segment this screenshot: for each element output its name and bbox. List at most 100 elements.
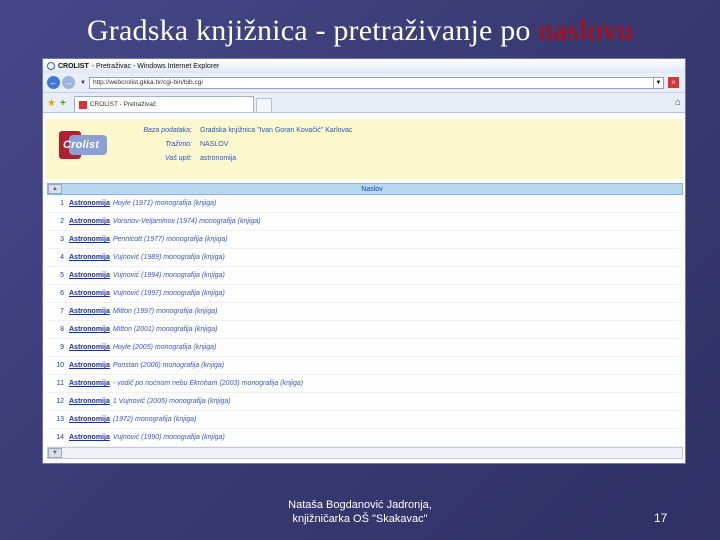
url-dropdown-icon[interactable]: ▼ [654,76,664,89]
result-title-link[interactable]: Astronomija [69,326,110,333]
info-row-query: Vaš upit: astronomija [45,155,236,162]
ie-icon [47,62,55,70]
table-row: 9 Astronomija Hoyle (2005) monografija (kn… [47,339,683,357]
results-table: ▲ Naslov 1 Astronomija Hoyle (1971) monogr… [47,183,683,459]
row-number: 12 [56,398,64,405]
result-description: Vujnović (1989) monografija (knjiga) [112,254,225,261]
result-description: Pennicott (1977) monografija (knjiga) [112,236,228,243]
home-icon[interactable]: ⌂ [675,94,681,112]
table-row: 10 Astronomija Ponstan (2006) monografija … [47,357,683,375]
info-label: Vaš upit: [165,155,192,162]
result-description: Vujnović (1994) monografija (knjiga) [112,272,225,279]
row-number: 3 [60,236,64,243]
table-row: 13 Astronomija (1972) monografija (knjiga) [47,411,683,429]
table-row: 7 Astronomija Mitton (1997) monografija (k… [47,303,683,321]
author-line-1: Nataša Bogdanović Jadronja, [288,499,432,511]
back-icon[interactable]: ← [47,76,60,89]
row-number: 11 [56,380,64,387]
results-list: 1 Astronomija Hoyle (1971) monografija (kn… [47,195,683,447]
info-label: Tražimo: [165,141,192,148]
table-row: 4 Astronomija Vujnović (1989) monografija … [47,249,683,267]
tab-label: CROLIST - Pretraživač [89,101,157,108]
result-description: Hoyle (2005) monografija (knjiga) [112,344,217,351]
result-description: Voronov-Veljaminov (1974) monografija (k… [112,218,261,225]
result-title-link[interactable]: Astronomija [69,344,110,351]
info-value: astronomija [200,155,237,162]
crolist-tab-icon [78,100,87,109]
author-credit: Nataša Bogdanović Jadronja, knjižničarka… [260,498,460,526]
slide-title: Gradska knjižnica - pretraživanje po nas… [0,14,720,48]
table-row: 11 Astronomija - vodič po noćnom nebu Ekrn… [47,375,683,393]
history-dropdown-icon[interactable]: ▼ [80,80,86,86]
table-row: 2 Astronomija Voronov-Veljaminov (1974) mo… [47,213,683,231]
result-title-link[interactable]: Astronomija [69,272,110,279]
row-number: 9 [60,344,64,351]
table-row: 8 Astronomija Mitton (2001) monografija (k… [47,321,683,339]
row-number: 6 [60,290,64,297]
window-title-rest: - Pretraživac - Windows Internet Explore… [91,62,220,70]
result-title-link[interactable]: Astronomija [69,362,110,369]
info-row-search-field: Tražimo: NASLOV [45,141,228,148]
info-row-database: Baza podataka: Gradska knjižnica "Ivan G… [45,127,352,134]
table-row: 6 Astronomija Vujnović (1997) monografija … [47,285,683,303]
result-title-link[interactable]: Astronomija [69,236,110,243]
table-row: 1 Astronomija Hoyle (1971) monografija (kn… [47,195,683,213]
result-description: Hoyle (1971) monografija (knjiga) [112,200,217,207]
row-number: 13 [56,416,64,423]
result-description: (1972) monografija (knjiga) [112,416,197,423]
result-description: Mitton (2001) monografija (knjiga) [112,326,218,333]
forward-icon[interactable]: → [62,76,75,89]
result-title-link[interactable]: Astronomija [69,308,110,315]
author-line-2: knjižničarka OŠ "Skakavac" [292,513,428,525]
result-title-link[interactable]: Astronomija [69,398,110,405]
scroll-up-icon[interactable]: ▲ [48,184,62,194]
add-favorite-icon[interactable]: + [60,98,66,109]
result-description: - vodič po noćnom nebu Ekrnham (2003) mo… [112,380,304,387]
slide-page-number: 17 [654,511,668,525]
result-title-link[interactable]: Astronomija [69,434,110,441]
address-bar: ← → ▼ http://webcrolist.gkka.hr/cgi-bin/… [43,73,685,93]
result-title-link[interactable]: Astronomija [69,200,110,207]
row-number: 8 [60,326,64,333]
info-value: NASLOV [200,141,229,148]
info-label: Baza podataka: [143,127,192,134]
table-row: 5 Astronomija Vujnović (1994) monografija … [47,267,683,285]
row-number: 5 [60,272,64,279]
browser-screenshot: CROLIST - Pretraživac - Windows Internet… [42,58,686,464]
row-number: 14 [56,434,64,441]
table-row: 14 Astronomija Vujnović (1990) monografija… [47,429,683,447]
new-tab-button[interactable] [255,98,272,112]
results-header: ▲ Naslov [47,183,683,195]
window-title-app: CROLIST [58,62,89,70]
search-info-panel: Crolist Baza podataka: Gradska knjižnica… [45,119,683,179]
table-row: 12 Astronomija 1 Vujnović (2005) monografi… [47,393,683,411]
result-description: Vujnović (1990) monografija (knjiga) [112,434,225,441]
row-number: 10 [56,362,64,369]
result-description: Ponstan (2006) monografija (knjiga) [112,362,225,369]
row-number: 7 [60,308,64,315]
title-highlight: naslovu [538,14,634,47]
tab-crolist[interactable]: CROLIST - Pretraživač [73,96,254,112]
table-row: 3 Astronomija Pennicott (1977) monografija… [47,231,683,249]
result-title-link[interactable]: Astronomija [69,380,110,387]
window-titlebar: CROLIST - Pretraživac - Windows Internet… [43,59,685,73]
row-number: 1 [60,200,64,207]
scroll-down-icon[interactable]: ▼ [48,448,62,458]
row-number: 2 [60,218,64,225]
column-header-title[interactable]: Naslov [62,186,682,193]
result-title-link[interactable]: Astronomija [69,218,110,225]
info-value: Gradska knjižnica "Ivan Goran Kovačić" K… [200,127,353,134]
result-description: Vujnović (1997) monografija (knjiga) [112,290,225,297]
results-footer: ▼ [47,447,683,459]
favorites-star-icon[interactable]: ★ [47,98,56,109]
result-title-link[interactable]: Astronomija [69,416,110,423]
result-description: 1 Vujnović (2005) monografija (knjiga) [112,398,231,405]
tab-bar: ★ + CROLIST - Pretraživač ⌂ [43,93,685,113]
row-number: 4 [60,254,64,261]
result-title-link[interactable]: Astronomija [69,290,110,297]
title-prefix: Gradska knjižnica - pretraživanje po [86,14,539,47]
result-description: Mitton (1997) monografija (knjiga) [112,308,218,315]
url-input[interactable]: http://webcrolist.gkka.hr/cgi-bin/bib.cg… [88,76,654,89]
result-title-link[interactable]: Astronomija [69,254,110,261]
stop-icon[interactable]: × [668,77,679,88]
